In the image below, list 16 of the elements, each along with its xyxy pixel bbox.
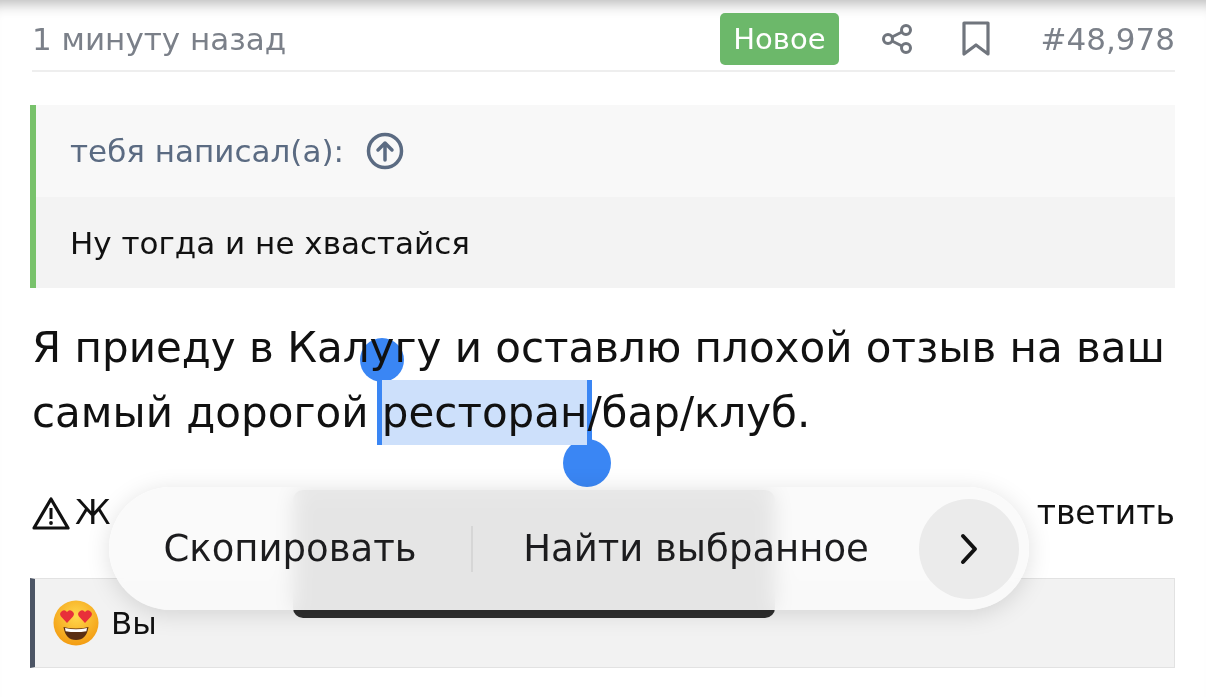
menu-item[interactable]: Скопировать: [109, 518, 471, 579]
heart-eyes-emoji-icon: [53, 600, 99, 646]
post-number-link[interactable]: #48,978: [1040, 19, 1175, 59]
quote-text: Ну тогда и не хвастайся: [70, 224, 470, 261]
warning-icon: [32, 495, 70, 530]
arrow-up-circle-icon[interactable]: [365, 132, 404, 170]
report-button[interactable]: Ж: [32, 490, 111, 535]
quote-author: тебя написал(а):: [70, 133, 344, 169]
share-icon[interactable]: [880, 23, 913, 55]
menu-item[interactable]: Найти выбранное: [473, 518, 919, 579]
timestamp: 1 минуту назад: [32, 20, 287, 59]
chevron-right-icon: [959, 532, 979, 565]
new-badge: Новое: [720, 13, 839, 65]
reaction-label: Вы: [111, 605, 157, 641]
bookmark-icon[interactable]: [960, 21, 991, 57]
reply-button[interactable]: тветить: [1036, 490, 1175, 535]
